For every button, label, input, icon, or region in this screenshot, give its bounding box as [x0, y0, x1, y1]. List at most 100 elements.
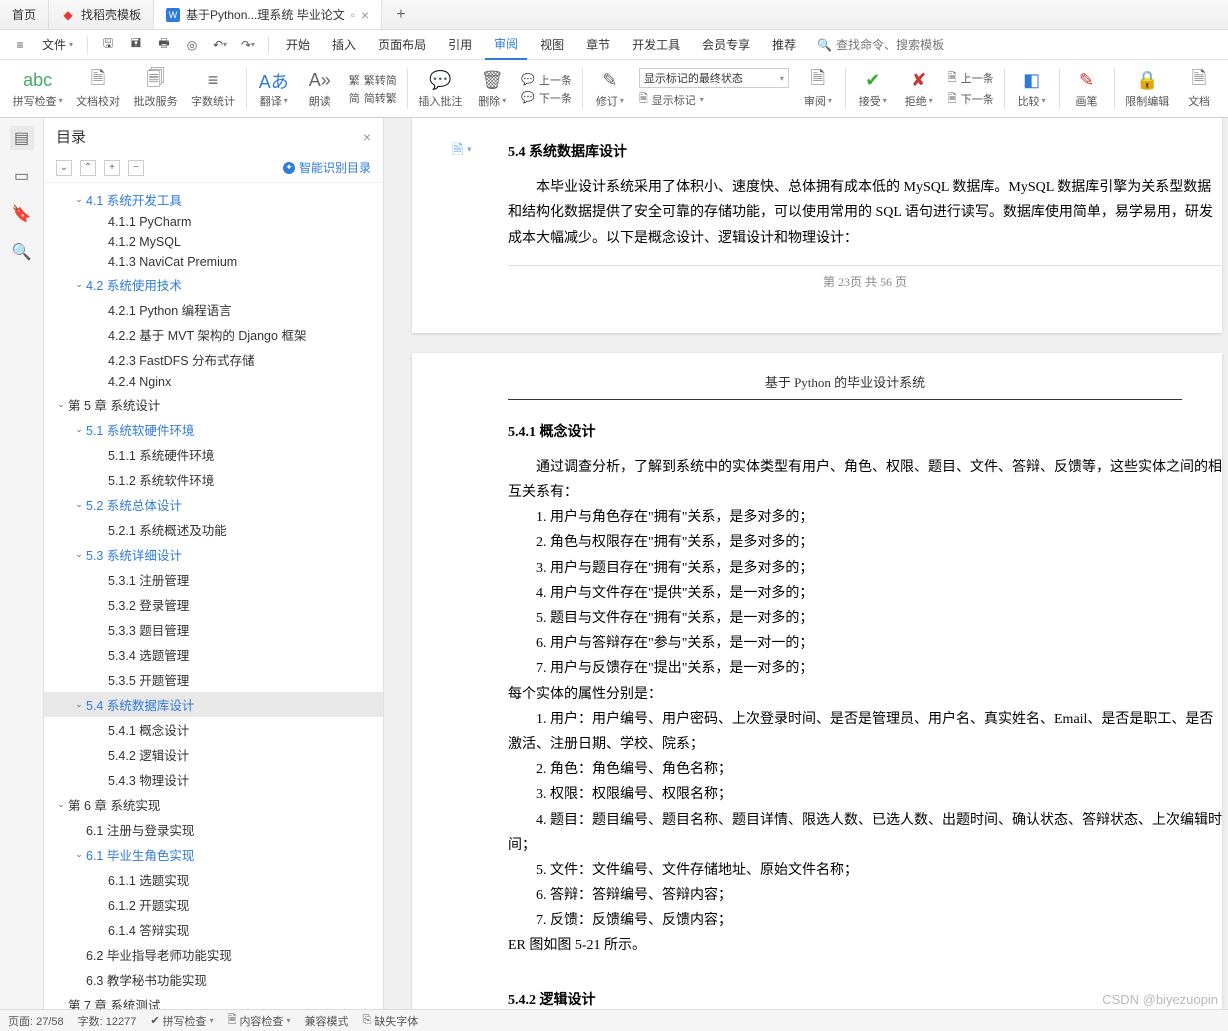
toc-item[interactable]: ⌄5.1.1 系统硬件环境: [44, 442, 383, 467]
toc-item[interactable]: ⌄5.2.1 系统概述及功能: [44, 517, 383, 542]
tab-home[interactable]: 首页: [0, 0, 49, 29]
status-contentcheck[interactable]: 🗎 内容检查 ▾: [228, 1011, 291, 1030]
smart-toc-button[interactable]: ✦智能识别目录: [283, 159, 371, 176]
translate-button[interactable]: Aあ翻译▾: [251, 62, 297, 115]
chevron-down-icon[interactable]: ⌄: [72, 849, 86, 860]
compare-button[interactable]: ◧比较▾: [1009, 62, 1055, 115]
toc-item[interactable]: ⌄5.1.2 系统软件环境: [44, 467, 383, 492]
menu-开发工具[interactable]: 开发工具: [623, 30, 689, 60]
remove-level-icon[interactable]: −: [128, 160, 144, 176]
status-spellcheck[interactable]: ✔ 拼写检查 ▾: [150, 1013, 213, 1029]
toc-list[interactable]: ⌄4.1 系统开发工具⌄4.1.1 PyCharm⌄4.1.2 MySQL⌄4.…: [44, 183, 383, 1009]
chevron-down-icon[interactable]: ⌄: [72, 549, 86, 560]
chevron-down-icon[interactable]: ⌄: [54, 799, 68, 810]
fan-to-jian-button[interactable]: 繁 繁转简: [349, 72, 397, 88]
chevron-down-icon[interactable]: ⌄: [72, 194, 86, 205]
tab-overflow-icon[interactable]: ▫: [351, 8, 355, 22]
ribbon-rail-icon[interactable]: 🔖: [10, 202, 34, 226]
collapse-all-icon[interactable]: ⌄: [56, 160, 72, 176]
menu-会员专享[interactable]: 会员专享: [693, 30, 759, 60]
reject-button[interactable]: ✘拒绝▾: [896, 62, 942, 115]
read-button[interactable]: A»朗读: [297, 62, 343, 115]
page-marker-icon[interactable]: 🗎 ▾: [452, 138, 472, 163]
wordcount-button[interactable]: ≡字数统计: [184, 62, 242, 115]
menu-引用[interactable]: 引用: [439, 30, 481, 60]
menu-章节[interactable]: 章节: [577, 30, 619, 60]
menu-视图[interactable]: 视图: [531, 30, 573, 60]
menu-开始[interactable]: 开始: [277, 30, 319, 60]
doc-final-button[interactable]: 🗎文档: [1176, 62, 1222, 115]
spellcheck-button[interactable]: abc拼写检查▾: [6, 62, 69, 115]
toc-item[interactable]: ⌄第 5 章 系统设计: [44, 392, 383, 417]
chevron-down-icon[interactable]: ⌄: [54, 399, 68, 410]
toc-item[interactable]: ⌄6.1.4 答辩实现: [44, 917, 383, 942]
toc-item[interactable]: ⌄4.1.3 NaviCat Premium: [44, 252, 383, 272]
revise-button[interactable]: ✎修订▾: [587, 62, 633, 115]
hamburger-icon[interactable]: ≡: [8, 33, 32, 57]
tab-templates[interactable]: ◆ 找稻壳模板: [49, 0, 154, 29]
menu-审阅[interactable]: 审阅: [485, 30, 527, 60]
review-button[interactable]: 🗎审阅▾: [795, 62, 841, 115]
redo-icon[interactable]: ↷▾: [236, 33, 260, 57]
markup-view-select[interactable]: 显示标记的最终状态▾: [639, 68, 789, 88]
prev-change-button[interactable]: 🗎 上一条: [948, 69, 994, 88]
expand-all-icon[interactable]: ⌃: [80, 160, 96, 176]
toc-item[interactable]: ⌄5.3.1 注册管理: [44, 567, 383, 592]
chevron-down-icon[interactable]: ⌄: [72, 279, 86, 290]
doccheck-button[interactable]: 🗎文档校对: [69, 62, 127, 115]
toc-item[interactable]: ⌄第 7 章 系统测试: [44, 992, 383, 1009]
toc-item[interactable]: ⌄6.1.1 选题实现: [44, 867, 383, 892]
toc-item[interactable]: ⌄5.3.3 题目管理: [44, 617, 383, 642]
new-tab-button[interactable]: +: [382, 0, 419, 29]
file-menu[interactable]: 文件▾: [36, 36, 79, 53]
status-wordcount[interactable]: 字数: 12277: [78, 1013, 137, 1029]
show-markup-button[interactable]: 🗎 显示标记 ▾: [639, 90, 789, 109]
status-missing-font[interactable]: ⎘ 缺失字体: [362, 1013, 418, 1029]
toc-item[interactable]: ⌄6.1 注册与登录实现: [44, 817, 383, 842]
next-change-button[interactable]: 🗎 下一条: [948, 90, 994, 109]
menu-页面布局[interactable]: 页面布局: [369, 30, 435, 60]
command-search[interactable]: 🔍: [817, 38, 996, 52]
outline-rail-icon[interactable]: ▤: [10, 126, 34, 150]
toc-item[interactable]: ⌄5.4.3 物理设计: [44, 767, 383, 792]
toc-item[interactable]: ⌄5.3 系统详细设计: [44, 542, 383, 567]
toc-item[interactable]: ⌄5.3.2 登录管理: [44, 592, 383, 617]
next-comment-button[interactable]: 💬 下一条: [521, 90, 572, 106]
print-preview-icon[interactable]: ◎: [180, 33, 204, 57]
restrict-edit-button[interactable]: 🔒限制编辑: [1118, 62, 1176, 115]
toc-item[interactable]: ⌄4.1 系统开发工具: [44, 187, 383, 212]
toc-item[interactable]: ⌄5.4.2 逻辑设计: [44, 742, 383, 767]
status-compat[interactable]: 兼容模式: [304, 1013, 348, 1029]
save-as-icon[interactable]: 🖬: [124, 33, 148, 57]
document-area[interactable]: 🗎 ▾ 5.4 系统数据库设计 本毕业设计系统采用了体积小、速度快、总体拥有成本…: [384, 118, 1228, 1009]
toc-item[interactable]: ⌄6.1.2 开题实现: [44, 892, 383, 917]
toc-item[interactable]: ⌄5.1 系统软硬件环境: [44, 417, 383, 442]
prev-comment-button[interactable]: 💬 上一条: [521, 72, 572, 88]
toc-item[interactable]: ⌄6.3 教学秘书功能实现: [44, 967, 383, 992]
delete-comment-button[interactable]: 🗑删除▾: [469, 62, 515, 115]
toc-item[interactable]: ⌄5.3.5 开题管理: [44, 667, 383, 692]
toc-item[interactable]: ⌄5.2 系统总体设计: [44, 492, 383, 517]
chevron-down-icon[interactable]: ⌄: [72, 424, 86, 435]
toc-item[interactable]: ⌄4.2.1 Python 编程语言: [44, 297, 383, 322]
toc-item[interactable]: ⌄5.3.4 选题管理: [44, 642, 383, 667]
search-rail-icon[interactable]: 🔍: [10, 240, 34, 264]
print-icon[interactable]: 🖶: [152, 33, 176, 57]
toc-item[interactable]: ⌄4.2.2 基于 MVT 架构的 Django 框架: [44, 322, 383, 347]
toc-item[interactable]: ⌄第 6 章 系统实现: [44, 792, 383, 817]
search-input[interactable]: [836, 38, 996, 52]
toc-item[interactable]: ⌄4.1.2 MySQL: [44, 232, 383, 252]
toc-item[interactable]: ⌄6.2 毕业指导老师功能实现: [44, 942, 383, 967]
status-page[interactable]: 页面: 27/58: [8, 1013, 64, 1029]
save-icon[interactable]: 🖫: [96, 33, 120, 57]
toc-item[interactable]: ⌄4.1.1 PyCharm: [44, 212, 383, 232]
toc-item[interactable]: ⌄5.4 系统数据库设计: [44, 692, 383, 717]
tab-document[interactable]: W 基于Python...理系统 毕业论文 ▫ ×: [154, 0, 382, 29]
pen-button[interactable]: ✎画笔: [1064, 62, 1110, 115]
jian-to-fan-button[interactable]: 简 简转繁: [349, 90, 397, 106]
menu-插入[interactable]: 插入: [323, 30, 365, 60]
batch-button[interactable]: 🗐批改服务: [127, 62, 185, 115]
undo-icon[interactable]: ↶▾: [208, 33, 232, 57]
chevron-down-icon[interactable]: ⌄: [72, 699, 86, 710]
add-level-icon[interactable]: +: [104, 160, 120, 176]
